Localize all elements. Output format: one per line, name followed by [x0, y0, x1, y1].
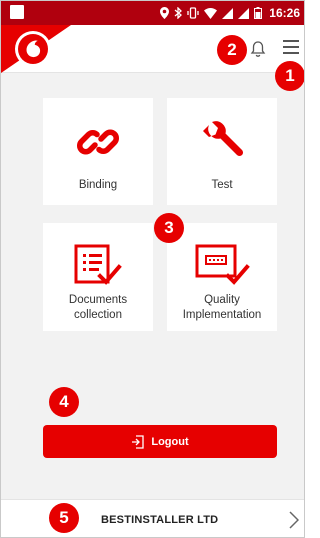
app-bar: [1, 25, 304, 73]
location-icon: [160, 7, 170, 19]
monitor-check-icon: [195, 244, 250, 285]
logout-label: Logout: [151, 435, 189, 448]
marker-3: 3: [154, 213, 184, 243]
vibrate-icon: [187, 7, 199, 19]
tile-test[interactable]: Test: [167, 98, 277, 205]
wifi-icon: [204, 7, 218, 19]
tile-documents-collection[interactable]: Documents collection: [43, 223, 153, 331]
signal-icon: [238, 7, 250, 19]
marker-4: 4: [49, 387, 79, 417]
logout-icon: [132, 434, 145, 449]
vodafone-logo[interactable]: [15, 31, 51, 67]
status-bar: 16:26: [1, 1, 304, 25]
chevron-right-icon: [289, 511, 299, 529]
status-icons: 16:26: [160, 5, 300, 21]
tile-quality-implementation[interactable]: Quality Implementation: [167, 223, 277, 331]
notification-square-icon: [10, 5, 24, 19]
logout-button[interactable]: Logout: [43, 425, 277, 458]
tile-quality-label: Quality Implementation: [182, 294, 262, 321]
marker-2: 2: [217, 35, 247, 65]
bluetooth-icon: [174, 7, 183, 19]
app-screen: 16:26 1 2 3 4 5 Binding Test Documents c…: [0, 0, 305, 538]
tile-documents-label: Documents collection: [68, 294, 128, 321]
hamburger-menu-icon[interactable]: [283, 40, 299, 56]
tile-binding-label: Binding: [78, 179, 118, 191]
bell-icon[interactable]: [250, 40, 266, 58]
status-time: 16:26: [269, 6, 300, 20]
vodafone-speechmark-icon: [18, 34, 48, 64]
company-row[interactable]: BESTINSTALLER LTD: [1, 499, 304, 537]
tile-binding[interactable]: Binding: [43, 98, 153, 205]
tile-test-label: Test: [211, 179, 233, 191]
marker-1: 1: [275, 61, 304, 91]
marker-5: 5: [49, 503, 79, 533]
company-name: BESTINSTALLER LTD: [101, 514, 219, 526]
signal-icon: [222, 7, 234, 19]
link-icon: [77, 129, 119, 155]
battery-icon: [254, 7, 263, 19]
wrench-icon: [203, 121, 244, 157]
document-checklist-icon: [74, 244, 122, 285]
